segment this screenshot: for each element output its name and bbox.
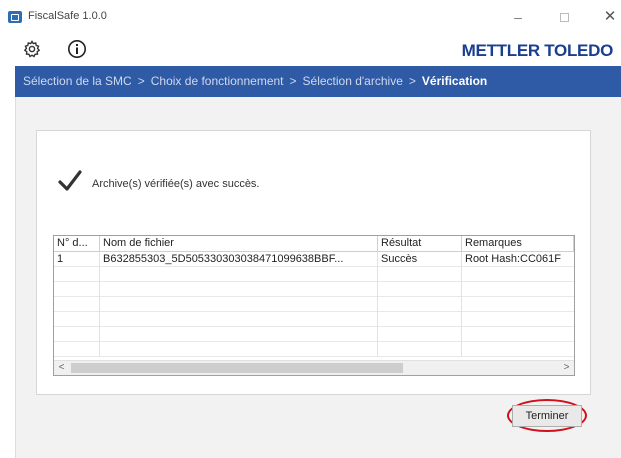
- close-button[interactable]: ✕: [599, 8, 621, 26]
- breadcrumb-item-mode: Choix de fonctionnement: [150, 74, 284, 88]
- breadcrumb-item-verification: Vérification: [421, 74, 488, 88]
- brand-logo: METTLER TOLEDO: [461, 41, 614, 60]
- status-message: Archive(s) vérifiée(s) avec succès.: [92, 178, 260, 190]
- table-row-empty: [54, 267, 574, 282]
- table-header: N° d... Nom de fichier Résultat Remarque…: [54, 236, 574, 252]
- scroll-left-button[interactable]: <: [54, 361, 69, 375]
- maximize-icon: [559, 13, 569, 22]
- table-row[interactable]: 1 B632855303_5D505330303038471099638BBF.…: [54, 252, 574, 267]
- title-bar: FiscalSafe 1.0.0 – ✕: [0, 0, 621, 32]
- checkmark-icon: [58, 170, 82, 191]
- results-table[interactable]: N° d... Nom de fichier Résultat Remarque…: [53, 235, 575, 376]
- table-row-empty: [54, 312, 574, 327]
- finish-button[interactable]: Terminer: [512, 405, 582, 427]
- column-header-number[interactable]: N° d...: [54, 236, 100, 251]
- info-icon[interactable]: [67, 39, 87, 59]
- breadcrumb: Sélection de la SMC > Choix de fonctionnem…: [15, 66, 621, 97]
- table-row-empty: [54, 327, 574, 342]
- gear-icon[interactable]: [22, 39, 42, 59]
- maximize-button[interactable]: [553, 8, 575, 26]
- cell-filename: B632855303_5D505330303038471099638BBF...: [100, 252, 378, 267]
- breadcrumb-separator: >: [289, 74, 297, 88]
- toolbar: METTLER TOLEDO: [0, 32, 621, 66]
- verification-panel: Archive(s) vérifiée(s) avec succès. N° d…: [36, 130, 591, 395]
- minimize-button[interactable]: –: [507, 8, 529, 26]
- scroll-right-button[interactable]: >: [559, 361, 574, 375]
- cell-number: 1: [54, 252, 100, 267]
- breadcrumb-separator: >: [137, 74, 145, 88]
- column-header-result[interactable]: Résultat: [378, 236, 462, 251]
- table-row-empty: [54, 282, 574, 297]
- footer: Terminer: [16, 395, 621, 458]
- column-header-remarks[interactable]: Remarques: [462, 236, 574, 251]
- app-icon: [8, 11, 22, 23]
- table-row-empty: [54, 342, 574, 357]
- column-header-filename[interactable]: Nom de fichier: [100, 236, 378, 251]
- breadcrumb-item-archive: Sélection d'archive: [302, 74, 403, 88]
- table-row-empty: [54, 297, 574, 312]
- cell-remarks: Root Hash:CC061F: [465, 253, 561, 265]
- breadcrumb-item-smc: Sélection de la SMC: [23, 74, 132, 88]
- scrollbar-thumb[interactable]: [71, 363, 403, 373]
- breadcrumb-separator: >: [408, 74, 416, 88]
- horizontal-scrollbar[interactable]: < >: [54, 360, 574, 375]
- cell-result: Succès: [378, 252, 462, 267]
- main-content: Archive(s) vérifiée(s) avec succès. N° d…: [15, 97, 621, 458]
- window-title: FiscalSafe 1.0.0: [28, 10, 107, 22]
